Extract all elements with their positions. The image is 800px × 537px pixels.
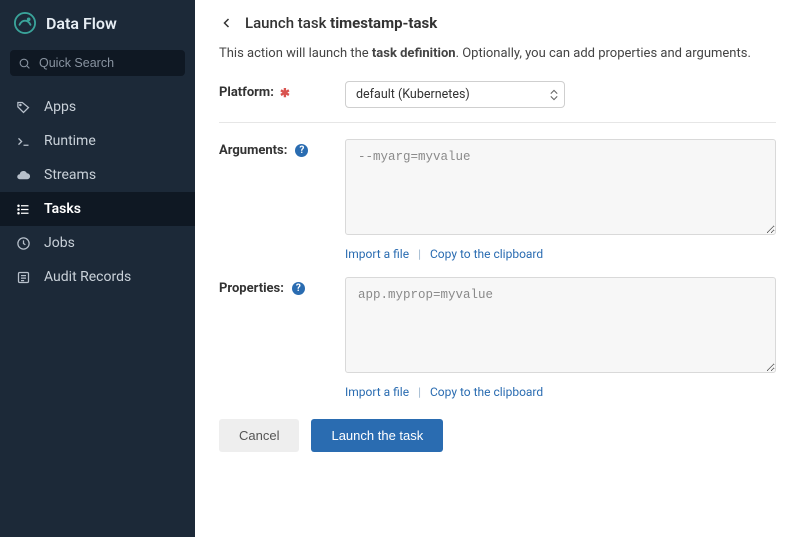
brand-logo-icon	[14, 12, 36, 34]
back-button[interactable]	[219, 15, 235, 31]
clock-icon	[14, 234, 32, 252]
main-content: Launch task timestamp-task This action w…	[195, 0, 800, 537]
records-icon	[14, 268, 32, 286]
arguments-row: Arguments: ? Import a file | Copy to the…	[219, 139, 776, 261]
help-icon[interactable]: ?	[295, 144, 308, 157]
properties-row: Properties: ? Import a file | Copy to th…	[219, 277, 776, 399]
properties-label: Properties: ?	[219, 277, 345, 296]
quick-search-input[interactable]	[39, 56, 177, 70]
sidebar-item-runtime[interactable]: Runtime	[0, 124, 195, 158]
sidebar-item-label: Streams	[44, 167, 96, 183]
sidebar-item-streams[interactable]: Streams	[0, 158, 195, 192]
cancel-button[interactable]: Cancel	[219, 419, 299, 452]
terminal-icon	[14, 132, 32, 150]
arguments-label: Arguments: ?	[219, 139, 345, 158]
page-title: Launch task timestamp-task	[245, 14, 437, 32]
intro-text: This action will launch the task definit…	[219, 46, 776, 61]
sidebar-item-apps[interactable]: Apps	[0, 90, 195, 124]
search-icon	[18, 57, 31, 70]
properties-import-link[interactable]: Import a file	[345, 385, 409, 399]
cloud-icon	[14, 166, 32, 184]
sidebar-item-label: Runtime	[44, 133, 96, 149]
arguments-copy-link[interactable]: Copy to the clipboard	[430, 247, 543, 261]
sidebar-item-label: Tasks	[44, 201, 81, 217]
sidebar-nav: Apps Runtime Streams Tasks	[0, 90, 195, 294]
sidebar-item-audit-records[interactable]: Audit Records	[0, 260, 195, 294]
page-title-row: Launch task timestamp-task	[219, 14, 776, 32]
page-title-task: timestamp-task	[330, 14, 437, 32]
sidebar: Data Flow Apps	[0, 0, 195, 537]
tag-icon	[14, 98, 32, 116]
quick-search[interactable]	[10, 50, 185, 76]
arguments-import-link[interactable]: Import a file	[345, 247, 409, 261]
launch-button[interactable]: Launch the task	[311, 419, 443, 452]
properties-links: Import a file | Copy to the clipboard	[345, 385, 776, 399]
button-row: Cancel Launch the task	[219, 419, 776, 452]
sidebar-item-label: Jobs	[44, 235, 75, 251]
properties-copy-link[interactable]: Copy to the clipboard	[430, 385, 543, 399]
platform-row: Platform: ✱ default (Kubernetes)	[219, 81, 776, 108]
page-title-prefix: Launch task	[245, 14, 330, 32]
sidebar-item-label: Apps	[44, 99, 76, 115]
sidebar-item-jobs[interactable]: Jobs	[0, 226, 195, 260]
list-icon	[14, 200, 32, 218]
help-icon[interactable]: ?	[292, 282, 305, 295]
chevron-updown-icon	[550, 89, 558, 100]
brand-title: Data Flow	[46, 14, 117, 33]
properties-textarea[interactable]	[345, 277, 776, 373]
brand: Data Flow	[0, 0, 195, 44]
sidebar-item-label: Audit Records	[44, 269, 131, 285]
sidebar-item-tasks[interactable]: Tasks	[0, 192, 195, 226]
platform-label: Platform: ✱	[219, 81, 345, 100]
platform-select[interactable]: default (Kubernetes)	[345, 81, 565, 108]
required-icon: ✱	[280, 86, 290, 100]
separator	[219, 122, 776, 123]
arguments-textarea[interactable]	[345, 139, 776, 235]
arguments-links: Import a file | Copy to the clipboard	[345, 247, 776, 261]
platform-select-value: default (Kubernetes)	[356, 87, 470, 102]
